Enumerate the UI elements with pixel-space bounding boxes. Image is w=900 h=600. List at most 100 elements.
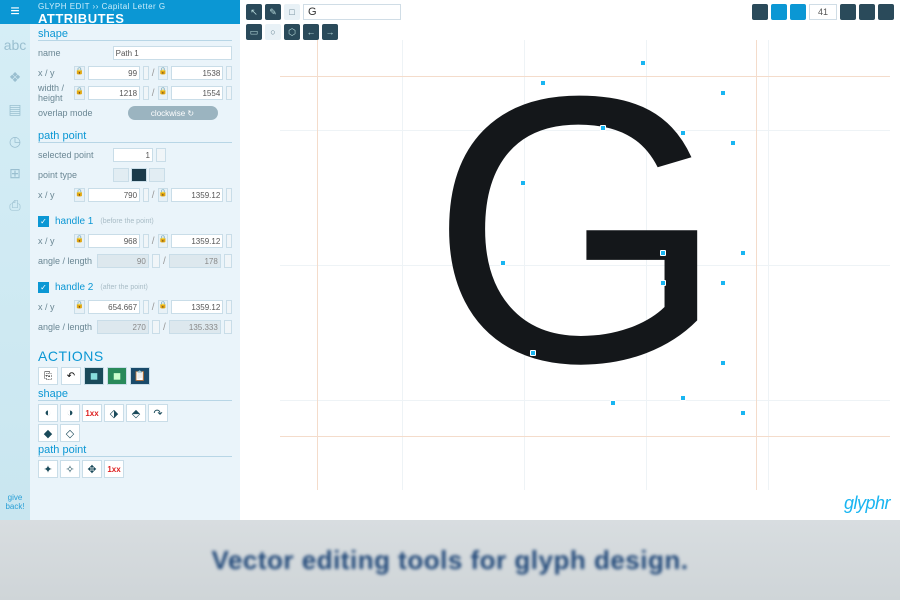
view-grid-button[interactable] <box>771 4 787 20</box>
shape-x-input[interactable] <box>88 66 140 80</box>
stepper-icon[interactable] <box>224 254 232 268</box>
pp-x-input[interactable] <box>88 188 140 202</box>
path-point[interactable] <box>610 400 616 406</box>
give-back-link[interactable]: give back! <box>0 494 30 512</box>
lock-icon[interactable]: 🔒 <box>158 188 169 202</box>
tool-oval-button[interactable]: ○ <box>265 24 281 40</box>
path-point[interactable] <box>540 80 546 86</box>
lock-icon[interactable]: 🔒 <box>74 86 85 100</box>
path-point[interactable] <box>660 280 666 286</box>
path-point[interactable] <box>530 350 536 356</box>
path-point[interactable] <box>740 410 746 416</box>
h1-angle-input[interactable] <box>97 254 149 268</box>
stepper-icon[interactable] <box>226 234 232 248</box>
zoom-100-button[interactable] <box>878 4 894 20</box>
handle2-checkbox[interactable]: ✓ <box>38 282 49 293</box>
h2-x-input[interactable] <box>88 300 140 314</box>
zoom-in-button[interactable] <box>859 4 875 20</box>
path-point[interactable] <box>680 130 686 136</box>
lock-icon[interactable]: 🔒 <box>158 86 169 100</box>
path-point[interactable] <box>600 125 606 131</box>
paste-button[interactable]: 📋 <box>130 367 150 385</box>
undo-button[interactable]: ↶ <box>61 367 81 385</box>
h1-x-input[interactable] <box>88 234 140 248</box>
h2-y-input[interactable] <box>171 300 223 314</box>
mirror-h-button[interactable]: ⬗ <box>104 404 124 422</box>
layer-up-button[interactable]: ◆ <box>38 424 58 442</box>
lock-icon[interactable]: 🔒 <box>158 234 169 248</box>
rail-glyph-icon[interactable]: abc <box>4 34 26 56</box>
glyph-input[interactable] <box>303 4 401 20</box>
stepper-icon[interactable] <box>152 320 160 334</box>
remove-point-button[interactable]: 1xx <box>104 460 124 478</box>
h2-len-input[interactable] <box>169 320 221 334</box>
handle1-checkbox[interactable]: ✓ <box>38 216 49 227</box>
selpoint-input[interactable] <box>113 148 153 162</box>
tool-rect-button[interactable]: ▭ <box>246 24 262 40</box>
path-point[interactable] <box>740 250 746 256</box>
zoom-out-button[interactable] <box>840 4 856 20</box>
pointtype-flat-button[interactable] <box>131 168 147 182</box>
stepper-icon[interactable] <box>143 66 149 80</box>
tool-pen-button[interactable]: ✎ <box>265 4 281 20</box>
menu-icon[interactable]: ≡ <box>0 0 30 24</box>
path-point[interactable] <box>730 140 736 146</box>
tool-next-button[interactable]: → <box>322 24 338 40</box>
tool-prev-button[interactable]: ← <box>303 24 319 40</box>
mirror-v-button[interactable]: ⬘ <box>126 404 146 422</box>
path-point[interactable] <box>720 90 726 96</box>
path-point[interactable] <box>680 395 686 401</box>
reset-handles-button[interactable]: ✥ <box>82 460 102 478</box>
flip-h-button[interactable]: ◐ <box>38 404 58 422</box>
stepper-icon[interactable] <box>224 320 232 334</box>
path-point[interactable] <box>520 180 526 186</box>
shape-name-input[interactable] <box>113 46 232 60</box>
insert-point-button[interactable]: ✦ <box>38 460 58 478</box>
path-point[interactable] <box>720 280 726 286</box>
stepper-icon[interactable] <box>226 66 232 80</box>
flip-v-button[interactable]: ◑ <box>60 404 80 422</box>
rail-save-icon[interactable]: ⎙ <box>4 194 26 216</box>
rail-guides-icon[interactable]: ⊞ <box>4 162 26 184</box>
layer-down-button[interactable]: ◇ <box>60 424 80 442</box>
h1-len-input[interactable] <box>169 254 221 268</box>
stepper-icon[interactable] <box>143 300 149 314</box>
lock-icon[interactable]: 🔒 <box>74 188 85 202</box>
h2-angle-input[interactable] <box>97 320 149 334</box>
copy-button[interactable]: ⎘ <box>38 367 58 385</box>
glyph-display[interactable]: G <box>430 40 726 420</box>
stepper-icon[interactable] <box>226 188 232 202</box>
stepper-icon[interactable] <box>152 254 160 268</box>
stepper-icon[interactable] <box>226 300 232 314</box>
tool-arrow-button[interactable]: ↖ <box>246 4 262 20</box>
add-component-button[interactable]: ◼ <box>107 367 127 385</box>
view-guides-button[interactable] <box>790 4 806 20</box>
canvas[interactable]: ↖ ✎ □ ▭ ○ ⬡ ← → 41 G glyphr <box>240 0 900 520</box>
h1-y-input[interactable] <box>171 234 223 248</box>
stepper-icon[interactable] <box>156 148 166 162</box>
overlap-toggle[interactable]: clockwise ↻ <box>128 106 218 120</box>
rail-layers-icon[interactable]: ❖ <box>4 66 26 88</box>
pp-y-input[interactable] <box>171 188 223 202</box>
path-point[interactable] <box>660 250 666 256</box>
lock-icon[interactable]: 🔒 <box>74 66 85 80</box>
path-point[interactable] <box>500 260 506 266</box>
lock-icon[interactable]: 🔒 <box>158 66 169 80</box>
rail-history-icon[interactable]: ◷ <box>4 130 26 152</box>
stepper-icon[interactable] <box>143 86 149 100</box>
delete-point-button[interactable]: ✧ <box>60 460 80 478</box>
pointtype-sym-button[interactable] <box>149 168 165 182</box>
stepper-icon[interactable] <box>226 86 232 100</box>
lock-icon[interactable]: 🔒 <box>74 300 85 314</box>
stepper-icon[interactable] <box>143 234 149 248</box>
rail-check-icon[interactable]: ▤ <box>4 98 26 120</box>
delete-shape-button[interactable]: 1xx <box>82 404 102 422</box>
lock-icon[interactable]: 🔒 <box>74 234 85 248</box>
stepper-icon[interactable] <box>143 188 149 202</box>
rotate-button[interactable]: ↷ <box>148 404 168 422</box>
shape-y-input[interactable] <box>171 66 223 80</box>
path-point[interactable] <box>640 60 646 66</box>
tool-shape-button[interactable]: □ <box>284 4 300 20</box>
add-shape-button[interactable]: ◼ <box>84 367 104 385</box>
view-fit-button[interactable] <box>752 4 768 20</box>
